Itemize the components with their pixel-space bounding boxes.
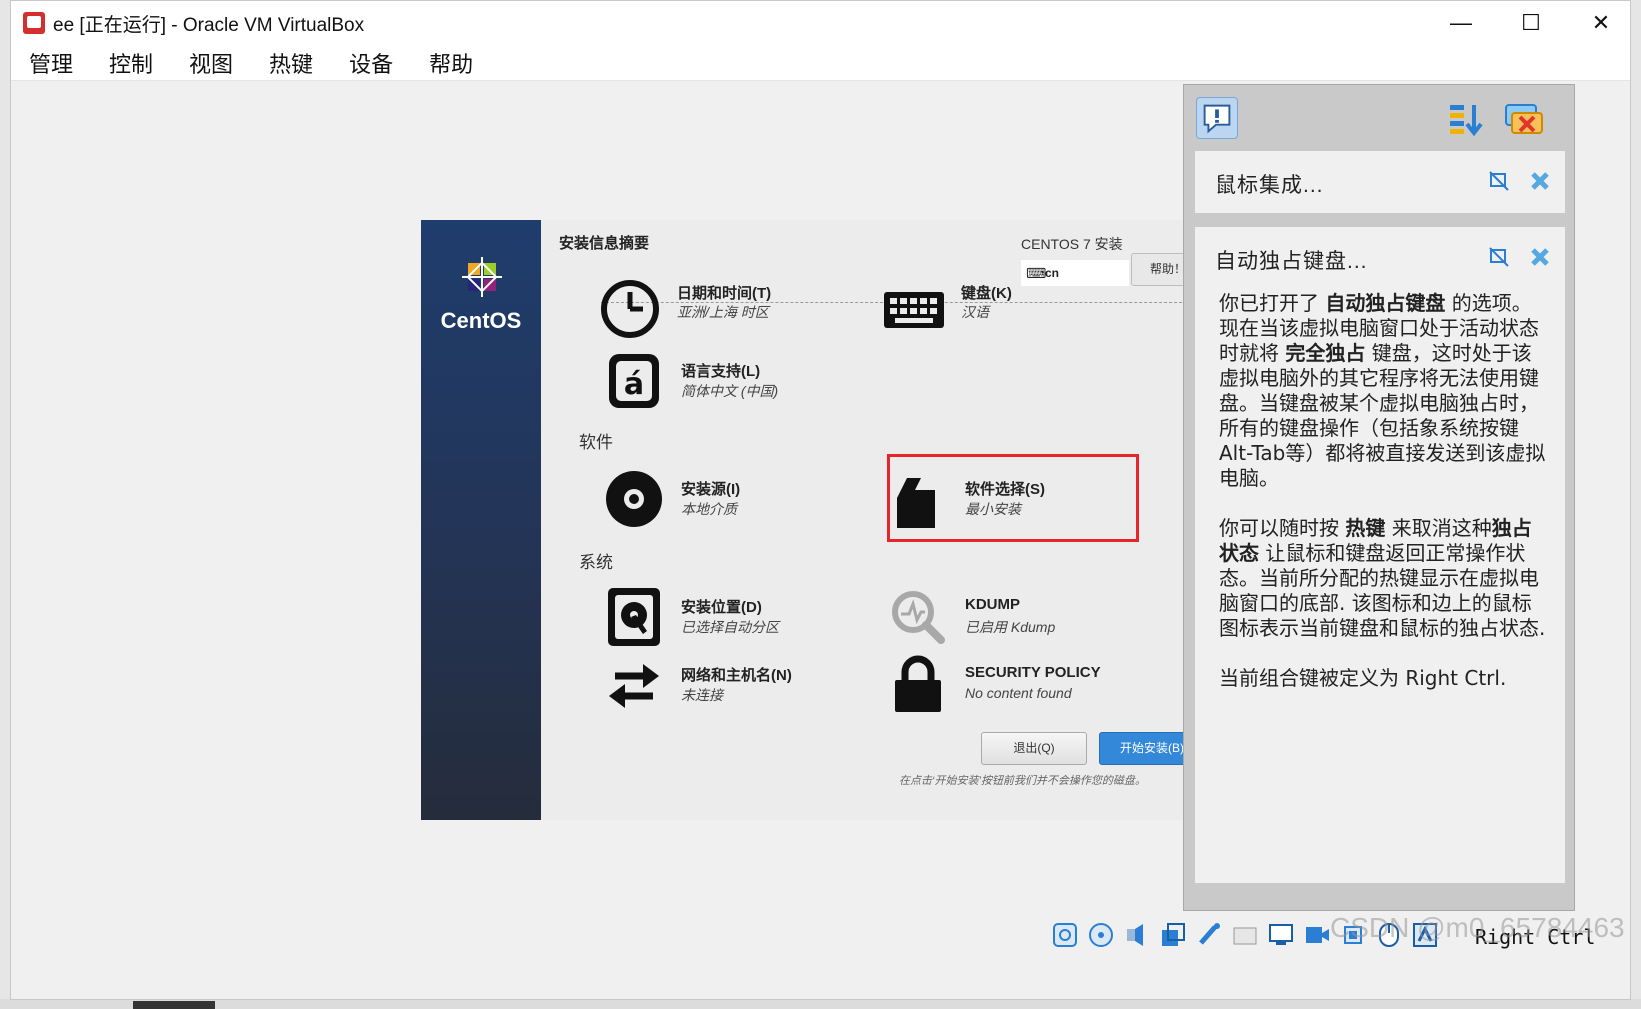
spoke-installation-destination[interactable]: 安装位置(D) 已选择自动分区 bbox=[603, 586, 863, 648]
menu-devices[interactable]: 设备 bbox=[347, 45, 395, 81]
spoke-name: SECURITY POLICY bbox=[965, 664, 1101, 681]
sort-down-icon[interactable] bbox=[1446, 99, 1488, 141]
footer-note: 在点击‘开始安装’按钮前我们并不会操作您的磁盘。 bbox=[899, 775, 1146, 787]
title-bar: ee [正在运行] - Oracle VM VirtualBox — ☐ ✕ bbox=[11, 1, 1630, 45]
virtualbox-window: ee [正在运行] - Oracle VM VirtualBox — ☐ ✕ 管… bbox=[10, 0, 1631, 1000]
installer-sidebar: CentOS bbox=[421, 220, 541, 820]
notification-auto-capture-keyboard: 自动独占键盘... 你已打开了 自动独占键盘 的选项。现在当该虚拟电脑窗口处于活… bbox=[1195, 227, 1565, 883]
notification-paragraph: 你已打开了 自动独占键盘 的选项。现在当该虚拟电脑窗口处于活动状态时就将 完全独… bbox=[1219, 291, 1546, 490]
spoke-status: 未连接 bbox=[681, 687, 723, 703]
keyboard-icon bbox=[884, 292, 944, 328]
menu-hotkeys[interactable]: 热键 bbox=[267, 45, 315, 81]
hard-disk-icon[interactable] bbox=[1051, 921, 1079, 949]
spoke-status: 亚洲/上海 时区 bbox=[677, 304, 769, 320]
audio-icon[interactable] bbox=[1123, 921, 1151, 949]
spoke-keyboard[interactable]: 键盘(K) 汉语 bbox=[883, 278, 1143, 340]
maximize-button[interactable]: ☐ bbox=[1508, 7, 1554, 39]
disc-icon bbox=[606, 471, 662, 527]
menu-view[interactable]: 视图 bbox=[187, 45, 235, 81]
lock-icon bbox=[895, 655, 941, 712]
close-notification-icon[interactable] bbox=[1529, 170, 1551, 192]
spoke-name: 安装位置(D) bbox=[681, 599, 762, 616]
desktop-taskbar bbox=[0, 999, 1641, 1009]
taskbar-item[interactable] bbox=[133, 1001, 215, 1009]
dismiss-all-icon[interactable] bbox=[1502, 99, 1544, 141]
notification-paragraph: 当前组合键被定义为 Right Ctrl. bbox=[1219, 666, 1507, 690]
video-capture-icon[interactable] bbox=[1303, 921, 1331, 949]
notification-panel: 鼠标集成... 自动独占键盘... 你已打开了 自动独占键盘 的选项。现在当该虚… bbox=[1183, 84, 1575, 911]
spoke-status: 简体中文 (中国) bbox=[681, 383, 779, 399]
highlight-annotation bbox=[887, 454, 1139, 542]
shared-folders-icon[interactable] bbox=[1231, 921, 1259, 949]
spoke-name: 安装源(I) bbox=[681, 481, 741, 498]
page-title: 安装信息摘要 bbox=[559, 235, 650, 252]
notification-warning-icon[interactable] bbox=[1196, 97, 1238, 139]
virtualbox-app-icon bbox=[23, 12, 45, 34]
display-icon[interactable] bbox=[1267, 921, 1295, 949]
spoke-name: 网络和主机名(N) bbox=[681, 667, 792, 684]
section-software: 软件 bbox=[579, 433, 613, 452]
network-adapter-icon[interactable] bbox=[1159, 921, 1187, 949]
harddrive-icon bbox=[608, 588, 660, 646]
notification-toolbar bbox=[1184, 85, 1574, 147]
centos-brand-text: CentOS bbox=[440, 308, 522, 333]
desktop-background-right bbox=[1631, 0, 1641, 1009]
spoke-name: KDUMP bbox=[965, 596, 1020, 613]
search-icon bbox=[892, 591, 945, 644]
notification-title: 自动独占键盘... bbox=[1215, 250, 1368, 273]
spoke-security-policy[interactable]: SECURITY POLICY No content found bbox=[887, 654, 1147, 716]
notification-paragraph: 你可以随时按 热键 来取消这种独占状态 让鼠标和键盘返回正常操作状态。当前所分配… bbox=[1219, 516, 1546, 640]
spoke-date-time[interactable]: 日期和时间(T) 亚洲/上海 时区 bbox=[599, 278, 859, 340]
vm-display-area[interactable]: CentOS 安装信息摘要 CENTOS 7 安装 cn 帮助！ 日期和时间(T… bbox=[11, 82, 1237, 982]
spoke-status: 已启用 Kdump bbox=[965, 619, 1056, 635]
clock-icon bbox=[601, 280, 659, 338]
svg-text:á: á bbox=[624, 367, 644, 402]
mute-notification-icon[interactable] bbox=[1489, 171, 1509, 191]
close-button[interactable]: ✕ bbox=[1578, 7, 1624, 39]
section-system: 系统 bbox=[579, 553, 613, 572]
spoke-kdump[interactable]: KDUMP 已启用 Kdump bbox=[887, 586, 1147, 648]
centos-logo-icon bbox=[462, 257, 502, 297]
spoke-status: 本地介质 bbox=[681, 501, 737, 517]
quit-button[interactable]: 退出(Q) bbox=[981, 732, 1087, 765]
spoke-network-hostname[interactable]: 网络和主机名(N) 未连接 bbox=[603, 654, 863, 716]
spoke-language-support[interactable]: á 语言支持(L) 简体中文 (中国) bbox=[603, 350, 863, 412]
notification-mouse-integration: 鼠标集成... bbox=[1195, 151, 1565, 213]
menu-help[interactable]: 帮助 bbox=[427, 45, 475, 81]
spoke-name: 语言支持(L) bbox=[681, 363, 761, 380]
spoke-status: No content found bbox=[965, 685, 1072, 701]
close-notification-icon[interactable] bbox=[1529, 246, 1551, 268]
window-title: ee [正在运行] - Oracle VM VirtualBox bbox=[53, 14, 365, 36]
usb-icon[interactable] bbox=[1195, 921, 1223, 949]
centos-installer-screen[interactable]: CentOS 安装信息摘要 CENTOS 7 安装 cn 帮助！ 日期和时间(T… bbox=[421, 220, 1222, 820]
watermark-text: CSDN @m0_65784463 bbox=[1330, 912, 1625, 943]
menu-control[interactable]: 控制 bbox=[107, 45, 155, 81]
optical-drive-icon[interactable] bbox=[1087, 921, 1115, 949]
spoke-status: 汉语 bbox=[961, 304, 989, 320]
menu-bar: 管理 控制 视图 热键 设备 帮助 bbox=[11, 45, 1630, 81]
mute-notification-icon[interactable] bbox=[1489, 247, 1509, 267]
network-arrows-icon bbox=[609, 664, 659, 708]
spoke-status: 已选择自动分区 bbox=[681, 619, 779, 635]
product-title: CENTOS 7 安装 bbox=[1021, 236, 1123, 252]
spoke-name: 日期和时间(T) bbox=[677, 285, 772, 302]
minimize-button[interactable]: — bbox=[1438, 7, 1484, 39]
menu-manage[interactable]: 管理 bbox=[27, 45, 75, 81]
language-icon: á bbox=[609, 354, 659, 408]
notification-title: 鼠标集成... bbox=[1215, 174, 1324, 197]
notification-body: 你已打开了 自动独占键盘 的选项。现在当该虚拟电脑窗口处于活动状态时就将 完全独… bbox=[1219, 291, 1547, 716]
spoke-name: 键盘(K) bbox=[961, 285, 1012, 302]
spoke-installation-source[interactable]: 安装源(I) 本地介质 bbox=[603, 468, 863, 530]
